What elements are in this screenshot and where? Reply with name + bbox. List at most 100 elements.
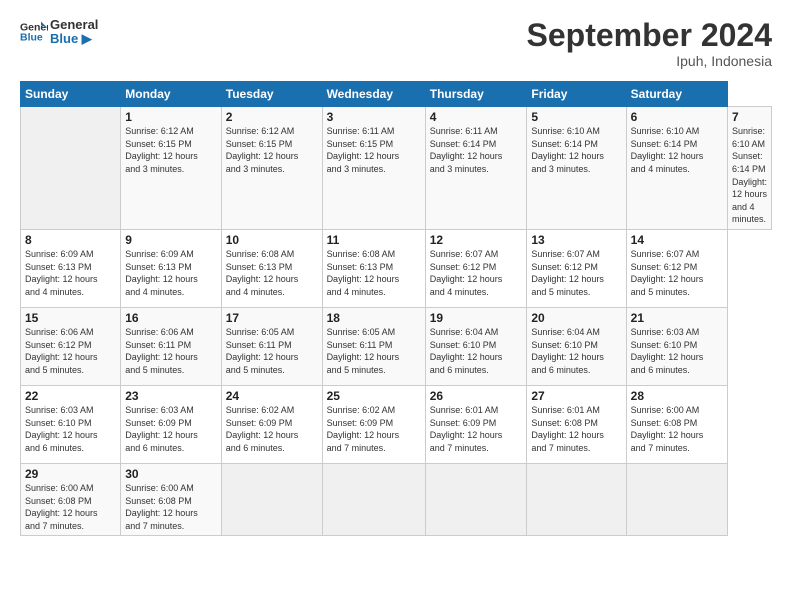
day-info: Sunrise: 6:00 AM Sunset: 6:08 PM Dayligh… <box>125 482 217 532</box>
calendar-cell <box>221 463 322 535</box>
calendar-cell: 19Sunrise: 6:04 AM Sunset: 6:10 PM Dayli… <box>425 307 527 385</box>
calendar-cell: 16Sunrise: 6:06 AM Sunset: 6:11 PM Dayli… <box>121 307 222 385</box>
calendar-cell: 30Sunrise: 6:00 AM Sunset: 6:08 PM Dayli… <box>121 463 222 535</box>
calendar-week-row: 22Sunrise: 6:03 AM Sunset: 6:10 PM Dayli… <box>21 385 772 463</box>
day-info: Sunrise: 6:01 AM Sunset: 6:09 PM Dayligh… <box>430 404 523 454</box>
day-info: Sunrise: 6:00 AM Sunset: 6:08 PM Dayligh… <box>25 482 116 532</box>
svg-text:Blue: Blue <box>20 32 43 44</box>
day-info: Sunrise: 6:01 AM Sunset: 6:08 PM Dayligh… <box>531 404 621 454</box>
day-of-week-header: Tuesday <box>221 82 322 107</box>
day-info: Sunrise: 6:04 AM Sunset: 6:10 PM Dayligh… <box>531 326 621 376</box>
title-area: September 2024 Ipuh, Indonesia <box>527 18 772 69</box>
calendar-cell: 6Sunrise: 6:10 AM Sunset: 6:14 PM Daylig… <box>626 107 727 230</box>
day-number: 7 <box>732 110 767 124</box>
logo-blue: Blue ▶ <box>50 32 98 46</box>
day-info: Sunrise: 6:04 AM Sunset: 6:10 PM Dayligh… <box>430 326 523 376</box>
calendar-cell <box>527 463 626 535</box>
calendar-cell: 12Sunrise: 6:07 AM Sunset: 6:12 PM Dayli… <box>425 229 527 307</box>
day-of-week-header: Wednesday <box>322 82 425 107</box>
day-info: Sunrise: 6:08 AM Sunset: 6:13 PM Dayligh… <box>327 248 421 298</box>
calendar-cell: 28Sunrise: 6:00 AM Sunset: 6:08 PM Dayli… <box>626 385 727 463</box>
day-info: Sunrise: 6:02 AM Sunset: 6:09 PM Dayligh… <box>327 404 421 454</box>
calendar-cell: 17Sunrise: 6:05 AM Sunset: 6:11 PM Dayli… <box>221 307 322 385</box>
day-number: 18 <box>327 311 421 325</box>
day-number: 8 <box>25 233 116 247</box>
day-number: 2 <box>226 110 318 124</box>
day-number: 25 <box>327 389 421 403</box>
calendar-week-row: 8Sunrise: 6:09 AM Sunset: 6:13 PM Daylig… <box>21 229 772 307</box>
day-number: 30 <box>125 467 217 481</box>
day-number: 14 <box>631 233 723 247</box>
logo-icon: General Blue <box>20 18 48 46</box>
day-of-week-header: Thursday <box>425 82 527 107</box>
day-info: Sunrise: 6:03 AM Sunset: 6:10 PM Dayligh… <box>631 326 723 376</box>
day-number: 19 <box>430 311 523 325</box>
day-info: Sunrise: 6:10 AM Sunset: 6:14 PM Dayligh… <box>531 125 621 175</box>
calendar-cell: 22Sunrise: 6:03 AM Sunset: 6:10 PM Dayli… <box>21 385 121 463</box>
calendar-header-row: SundayMondayTuesdayWednesdayThursdayFrid… <box>21 82 772 107</box>
calendar-cell: 14Sunrise: 6:07 AM Sunset: 6:12 PM Dayli… <box>626 229 727 307</box>
day-info: Sunrise: 6:05 AM Sunset: 6:11 PM Dayligh… <box>327 326 421 376</box>
day-info: Sunrise: 6:12 AM Sunset: 6:15 PM Dayligh… <box>125 125 217 175</box>
day-info: Sunrise: 6:09 AM Sunset: 6:13 PM Dayligh… <box>125 248 217 298</box>
calendar-cell: 15Sunrise: 6:06 AM Sunset: 6:12 PM Dayli… <box>21 307 121 385</box>
calendar-cell: 10Sunrise: 6:08 AM Sunset: 6:13 PM Dayli… <box>221 229 322 307</box>
calendar-cell: 9Sunrise: 6:09 AM Sunset: 6:13 PM Daylig… <box>121 229 222 307</box>
calendar-cell <box>626 463 727 535</box>
day-info: Sunrise: 6:05 AM Sunset: 6:11 PM Dayligh… <box>226 326 318 376</box>
day-number: 6 <box>631 110 723 124</box>
calendar-cell: 26Sunrise: 6:01 AM Sunset: 6:09 PM Dayli… <box>425 385 527 463</box>
calendar-cell <box>425 463 527 535</box>
day-info: Sunrise: 6:12 AM Sunset: 6:15 PM Dayligh… <box>226 125 318 175</box>
day-number: 12 <box>430 233 523 247</box>
day-number: 27 <box>531 389 621 403</box>
calendar-cell <box>322 463 425 535</box>
calendar-cell: 27Sunrise: 6:01 AM Sunset: 6:08 PM Dayli… <box>527 385 626 463</box>
day-info: Sunrise: 6:02 AM Sunset: 6:09 PM Dayligh… <box>226 404 318 454</box>
day-number: 29 <box>25 467 116 481</box>
day-info: Sunrise: 6:09 AM Sunset: 6:13 PM Dayligh… <box>25 248 116 298</box>
day-number: 1 <box>125 110 217 124</box>
header: General Blue General Blue ▶ September 20… <box>20 18 772 69</box>
day-info: Sunrise: 6:10 AM Sunset: 6:14 PM Dayligh… <box>631 125 723 175</box>
calendar-body: 1Sunrise: 6:12 AM Sunset: 6:15 PM Daylig… <box>21 107 772 536</box>
month-title: September 2024 <box>527 18 772 53</box>
day-number: 4 <box>430 110 523 124</box>
page-container: General Blue General Blue ▶ September 20… <box>0 0 792 546</box>
day-number: 28 <box>631 389 723 403</box>
day-number: 10 <box>226 233 318 247</box>
day-number: 26 <box>430 389 523 403</box>
location: Ipuh, Indonesia <box>527 53 772 69</box>
day-info: Sunrise: 6:07 AM Sunset: 6:12 PM Dayligh… <box>531 248 621 298</box>
day-of-week-header: Saturday <box>626 82 727 107</box>
calendar-cell: 5Sunrise: 6:10 AM Sunset: 6:14 PM Daylig… <box>527 107 626 230</box>
day-number: 23 <box>125 389 217 403</box>
calendar-week-row: 15Sunrise: 6:06 AM Sunset: 6:12 PM Dayli… <box>21 307 772 385</box>
day-info: Sunrise: 6:00 AM Sunset: 6:08 PM Dayligh… <box>631 404 723 454</box>
calendar-cell: 13Sunrise: 6:07 AM Sunset: 6:12 PM Dayli… <box>527 229 626 307</box>
day-number: 16 <box>125 311 217 325</box>
day-number: 21 <box>631 311 723 325</box>
calendar-cell: 7Sunrise: 6:10 AM Sunset: 6:14 PM Daylig… <box>727 107 771 230</box>
day-info: Sunrise: 6:03 AM Sunset: 6:09 PM Dayligh… <box>125 404 217 454</box>
calendar-week-row: 29Sunrise: 6:00 AM Sunset: 6:08 PM Dayli… <box>21 463 772 535</box>
day-info: Sunrise: 6:10 AM Sunset: 6:14 PM Dayligh… <box>732 125 767 226</box>
day-of-week-header: Friday <box>527 82 626 107</box>
day-number: 13 <box>531 233 621 247</box>
calendar-cell: 23Sunrise: 6:03 AM Sunset: 6:09 PM Dayli… <box>121 385 222 463</box>
calendar-cell: 18Sunrise: 6:05 AM Sunset: 6:11 PM Dayli… <box>322 307 425 385</box>
calendar-cell: 2Sunrise: 6:12 AM Sunset: 6:15 PM Daylig… <box>221 107 322 230</box>
calendar-cell: 29Sunrise: 6:00 AM Sunset: 6:08 PM Dayli… <box>21 463 121 535</box>
calendar-cell: 20Sunrise: 6:04 AM Sunset: 6:10 PM Dayli… <box>527 307 626 385</box>
day-info: Sunrise: 6:06 AM Sunset: 6:12 PM Dayligh… <box>25 326 116 376</box>
day-info: Sunrise: 6:07 AM Sunset: 6:12 PM Dayligh… <box>430 248 523 298</box>
day-info: Sunrise: 6:06 AM Sunset: 6:11 PM Dayligh… <box>125 326 217 376</box>
day-info: Sunrise: 6:08 AM Sunset: 6:13 PM Dayligh… <box>226 248 318 298</box>
day-info: Sunrise: 6:07 AM Sunset: 6:12 PM Dayligh… <box>631 248 723 298</box>
day-number: 24 <box>226 389 318 403</box>
day-number: 3 <box>327 110 421 124</box>
calendar-cell: 25Sunrise: 6:02 AM Sunset: 6:09 PM Dayli… <box>322 385 425 463</box>
day-number: 20 <box>531 311 621 325</box>
day-of-week-header: Monday <box>121 82 222 107</box>
calendar-table: SundayMondayTuesdayWednesdayThursdayFrid… <box>20 81 772 536</box>
